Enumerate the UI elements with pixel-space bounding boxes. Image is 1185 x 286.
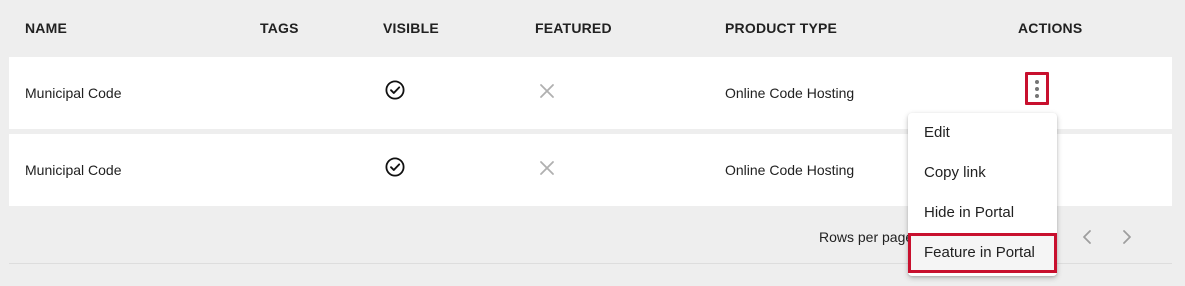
table-header: NAME TAGS VISIBLE FEATURED PRODUCT TYPE … — [0, 0, 1185, 56]
kebab-dot — [1035, 79, 1039, 84]
product-name: Municipal Code — [25, 85, 122, 101]
column-header-product-type[interactable]: PRODUCT TYPE — [725, 20, 837, 36]
chevron-right-icon[interactable] — [1120, 228, 1134, 246]
product-name: Municipal Code — [25, 162, 122, 178]
more-actions-button[interactable] — [1025, 72, 1049, 105]
product-type: Online Code Hosting — [725, 85, 855, 101]
column-header-actions: ACTIONS — [1018, 20, 1083, 36]
column-header-visible[interactable]: VISIBLE — [383, 20, 439, 36]
actions-menu: Edit Copy link Hide in Portal Feature in… — [908, 113, 1057, 276]
menu-item-edit[interactable]: Edit — [908, 113, 1057, 153]
kebab-dot — [1035, 93, 1039, 98]
menu-item-hide-in-portal[interactable]: Hide in Portal — [908, 193, 1057, 233]
column-header-tags[interactable]: TAGS — [260, 20, 299, 36]
rows-per-page-label: Rows per page — [819, 229, 914, 245]
chevron-left-icon[interactable] — [1080, 228, 1094, 246]
column-header-featured[interactable]: FEATURED — [535, 20, 612, 36]
close-icon — [540, 161, 554, 175]
menu-item-feature-in-portal[interactable]: Feature in Portal — [908, 233, 1057, 273]
check-circle-icon — [385, 157, 405, 177]
menu-item-copy-link[interactable]: Copy link — [908, 153, 1057, 193]
column-header-name[interactable]: NAME — [25, 20, 67, 36]
check-circle-icon — [385, 80, 405, 100]
kebab-dot — [1035, 86, 1039, 91]
close-icon — [540, 84, 554, 98]
product-type: Online Code Hosting — [725, 162, 855, 178]
